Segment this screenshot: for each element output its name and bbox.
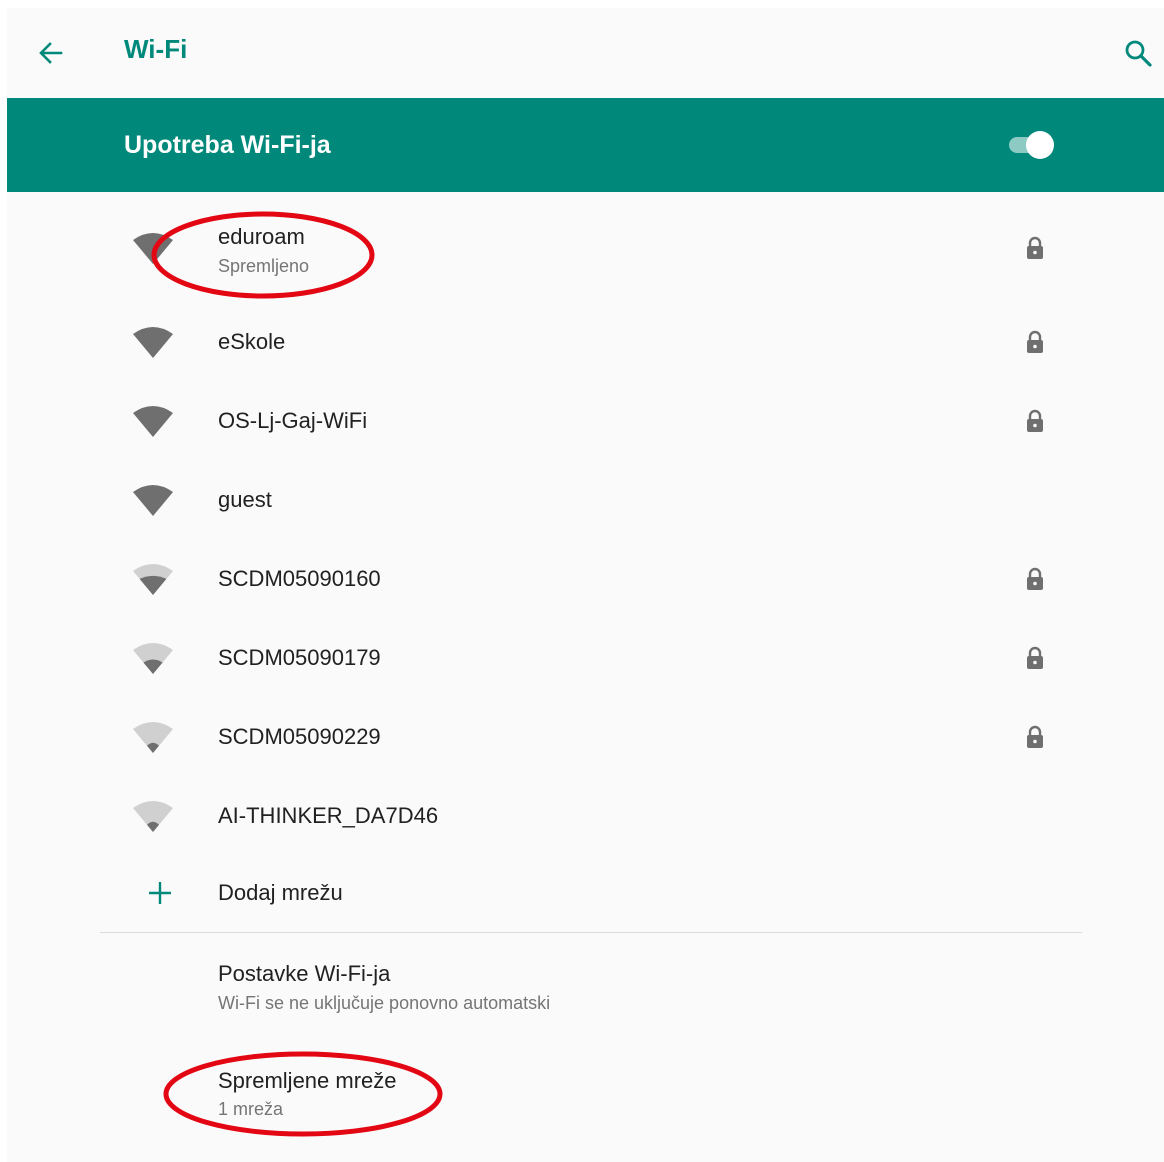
network-name: OS-Lj-Gaj-WiFi (218, 408, 368, 433)
add-network-item[interactable]: Dodaj mrežu (7, 857, 1164, 927)
wifi-signal-icon (133, 564, 173, 595)
app-bar: Wi-Fi (7, 8, 1164, 99)
wifi-network-item[interactable]: guest (7, 462, 1164, 541)
lock-icon (1027, 236, 1043, 259)
wifi-preferences-item[interactable]: Postavke Wi-Fi-ja Wi-Fi se ne uključuje … (7, 940, 1164, 1030)
network-name: SCDM05090179 (218, 645, 381, 670)
network-name: SCDM05090160 (218, 566, 381, 591)
wifi-signal-icon (133, 722, 173, 753)
network-name: eSkole (218, 329, 286, 354)
annotation-circle-eduroam (151, 211, 375, 299)
network-name: guest (218, 487, 272, 512)
plus-icon (149, 882, 171, 904)
wifi-network-item[interactable]: OS-Lj-Gaj-WiFi (7, 383, 1164, 462)
page-title: Wi-Fi (124, 34, 188, 64)
wifi-signal-icon (133, 485, 173, 516)
network-name: AI-THINKER_DA7D46 (218, 803, 439, 828)
arrow-back-icon (39, 42, 63, 64)
wifi-signal-icon (133, 643, 173, 674)
lock-icon (1027, 409, 1043, 432)
wifi-settings-screen: Wi-Fi Upotreba Wi-Fi-ja eduroam Spremljen… (7, 8, 1164, 1162)
annotation-circle-saved-networks (163, 1051, 443, 1137)
wifi-network-item[interactable]: SCDM05090160 (7, 541, 1164, 620)
wifi-signal-icon (133, 406, 173, 437)
add-network-label: Dodaj mrežu (218, 880, 343, 905)
preferences-summary: Wi-Fi se ne uključuje ponovno automatski (218, 993, 551, 1013)
wifi-signal-icon (133, 327, 173, 358)
back-button[interactable] (31, 33, 71, 73)
lock-icon (1027, 330, 1043, 353)
wifi-network-item[interactable]: AI-THINKER_DA7D46 (7, 778, 1164, 857)
master-switch-label: Upotreba Wi-Fi-ja (124, 131, 331, 159)
network-name: SCDM05090229 (218, 724, 381, 749)
list-divider (100, 932, 1082, 933)
wifi-network-item[interactable]: eSkole (7, 304, 1164, 383)
lock-icon (1027, 567, 1043, 590)
lock-icon (1027, 646, 1043, 669)
preferences-title: Postavke Wi-Fi-ja (218, 961, 391, 986)
wifi-network-item[interactable]: SCDM05090179 (7, 620, 1164, 699)
search-icon (1125, 40, 1152, 67)
wifi-toggle[interactable] (1007, 131, 1055, 161)
toggle-thumb (1026, 131, 1054, 159)
search-button[interactable] (1119, 34, 1159, 74)
wifi-master-switch-bar[interactable]: Upotreba Wi-Fi-ja (7, 98, 1164, 192)
lock-icon (1027, 725, 1043, 748)
wifi-network-item[interactable]: SCDM05090229 (7, 699, 1164, 778)
wifi-signal-icon (133, 801, 173, 832)
